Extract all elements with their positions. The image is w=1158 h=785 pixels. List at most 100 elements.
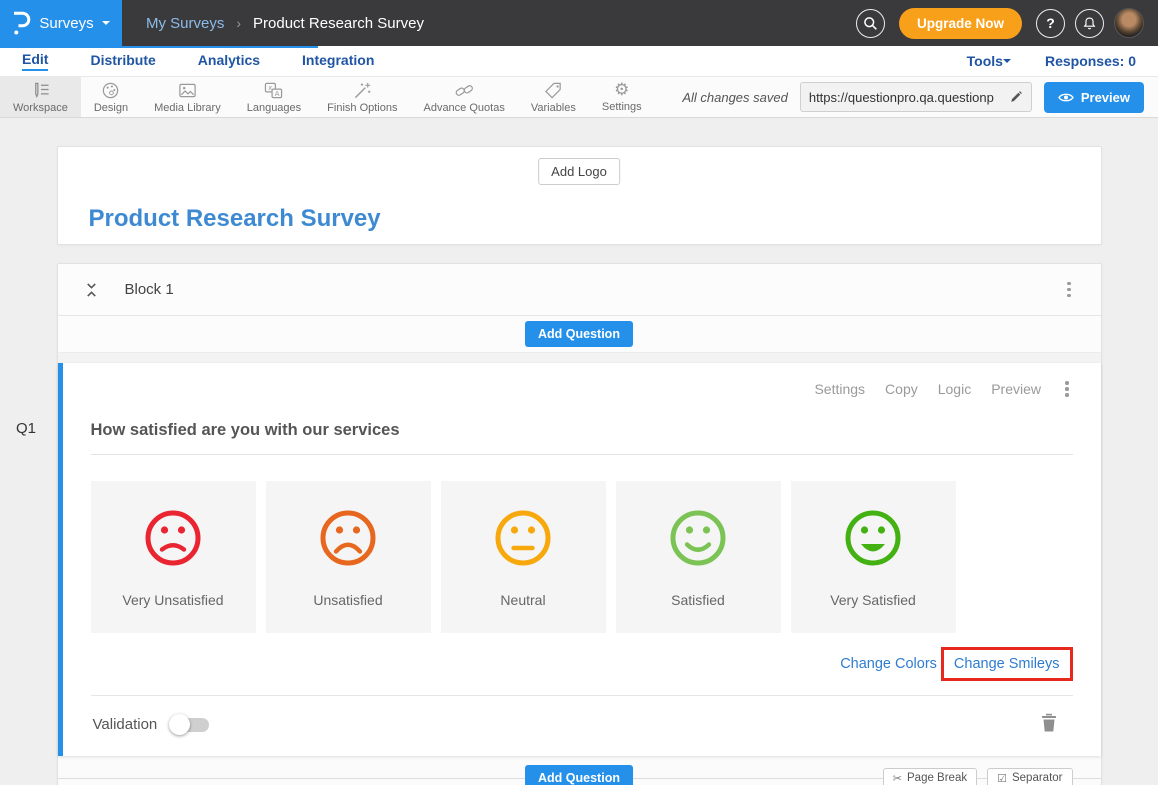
smiley-grin-icon	[841, 506, 905, 570]
checkbox-checked-icon: ☑	[997, 772, 1007, 785]
page-break-label: Page Break	[907, 772, 967, 784]
questionpro-logo-icon	[12, 10, 31, 36]
brand-label: Surveys	[39, 15, 93, 32]
block-title[interactable]: Block 1	[125, 281, 174, 298]
survey-url-box	[800, 82, 1032, 112]
save-status-text: All changes saved	[682, 90, 788, 105]
block-options-menu[interactable]	[1063, 278, 1075, 302]
chevron-down-icon	[102, 21, 110, 29]
add-question-button-bottom[interactable]: Add Question	[525, 765, 633, 785]
question-actions: Settings Copy Logic Preview	[91, 377, 1073, 401]
user-avatar[interactable]	[1114, 8, 1144, 38]
question-preview-link[interactable]: Preview	[991, 381, 1041, 397]
tab-analytics[interactable]: Analytics	[198, 52, 260, 70]
preview-label: Preview	[1081, 90, 1130, 105]
toolbar-label: Finish Options	[327, 102, 397, 114]
translate-icon: x A	[263, 81, 284, 100]
tools-label: Tools	[967, 53, 1003, 69]
toolbar-item-variables[interactable]: Variables	[518, 77, 589, 117]
preview-button[interactable]: Preview	[1044, 82, 1144, 113]
eye-icon	[1058, 92, 1074, 103]
toolbar-label: Design	[94, 102, 128, 114]
survey-title[interactable]: Product Research Survey	[89, 205, 381, 233]
toolbar-label: Media Library	[154, 102, 221, 114]
question-text[interactable]: How satisfied are you with our services	[91, 421, 1073, 440]
option-unsatisfied[interactable]: Unsatisfied	[266, 481, 431, 633]
toolbar-item-finish-options[interactable]: Finish Options	[314, 77, 410, 117]
question-divider	[91, 454, 1073, 455]
change-colors-link[interactable]: Change Colors	[840, 656, 937, 672]
smiley-options-row: Very Unsatisfied Unsatisfied	[91, 481, 1073, 633]
responses-count[interactable]: Responses: 0	[1045, 53, 1136, 69]
option-neutral[interactable]: Neutral	[441, 481, 606, 633]
toolbar-right: All changes saved Preview	[682, 77, 1144, 117]
header-actions: Upgrade Now ?	[856, 8, 1158, 39]
dot	[1067, 288, 1071, 292]
add-question-strip-bottom: Add Question ✂ Page Break ☑ Separator	[58, 756, 1101, 785]
footer-right-buttons: ✂ Page Break ☑ Separator	[883, 768, 1073, 785]
question-card: Settings Copy Logic Preview How satisfie…	[58, 363, 1101, 756]
survey-url-input[interactable]	[809, 90, 1009, 105]
change-smileys-link[interactable]: Change Smileys	[954, 656, 1060, 672]
dot	[1065, 387, 1069, 391]
question-number-label: Q1	[16, 420, 36, 437]
scissors-icon: ✂	[893, 772, 902, 785]
editor-toolbar: Workspace Design Media Library x A Langu…	[0, 76, 1158, 118]
page-break-button[interactable]: ✂ Page Break	[883, 768, 977, 785]
top-header: Surveys My Surveys › Product Research Su…	[0, 0, 1158, 46]
toolbar-label: Settings	[602, 101, 642, 113]
question-options-menu[interactable]	[1061, 377, 1073, 401]
question-copy-link[interactable]: Copy	[885, 381, 918, 397]
survey-nav-row: Edit Distribute Analytics Integration To…	[0, 46, 1158, 76]
smiley-frown-icon	[316, 506, 380, 570]
toolbar-label: Variables	[531, 102, 576, 114]
smiley-neutral-icon	[491, 506, 555, 570]
collapse-block-button[interactable]	[84, 280, 99, 300]
change-links-row: Change Colors Change Smileys	[91, 647, 1073, 681]
smiley-smile-icon	[666, 506, 730, 570]
toolbar-item-workspace[interactable]: Workspace	[0, 77, 81, 117]
option-very-satisfied[interactable]: Very Satisfied	[791, 481, 956, 633]
toolbar-item-design[interactable]: Design	[81, 77, 141, 117]
toolbar-item-settings[interactable]: ⚙ Settings	[589, 77, 655, 117]
edit-pencil-icon[interactable]	[1009, 90, 1023, 104]
option-satisfied[interactable]: Satisfied	[616, 481, 781, 633]
option-label: Unsatisfied	[313, 592, 382, 608]
survey-header-card: Add Logo Product Research Survey	[57, 146, 1102, 245]
option-very-unsatisfied[interactable]: Very Unsatisfied	[91, 481, 256, 633]
progress-line	[0, 46, 318, 48]
search-button[interactable]	[856, 9, 885, 38]
toolbar-item-languages[interactable]: x A Languages	[234, 77, 314, 117]
upgrade-now-button[interactable]: Upgrade Now	[899, 8, 1022, 39]
add-logo-button[interactable]: Add Logo	[538, 158, 620, 185]
notifications-button[interactable]	[1075, 9, 1104, 38]
add-question-button-top[interactable]: Add Question	[525, 321, 633, 347]
dot	[1065, 381, 1069, 385]
breadcrumb: My Surveys › Product Research Survey	[146, 15, 424, 32]
validation-toggle[interactable]	[171, 718, 209, 732]
validation-label: Validation	[93, 716, 158, 733]
tab-integration[interactable]: Integration	[302, 52, 374, 70]
brand-logo-button[interactable]: Surveys	[0, 0, 122, 46]
search-icon	[863, 16, 878, 31]
tab-distribute[interactable]: Distribute	[90, 52, 155, 70]
tab-edit[interactable]: Edit	[22, 51, 48, 71]
option-label: Satisfied	[671, 592, 725, 608]
question-settings-link[interactable]: Settings	[814, 381, 865, 397]
option-label: Neutral	[500, 592, 545, 608]
toolbar-item-advance-quotas[interactable]: Advance Quotas	[410, 77, 517, 117]
breadcrumb-my-surveys[interactable]: My Surveys	[146, 15, 224, 32]
editor-canvas: Add Logo Product Research Survey Block 1…	[57, 118, 1102, 785]
palette-icon	[100, 81, 121, 100]
separator-label: Separator	[1012, 772, 1063, 784]
help-button[interactable]: ?	[1036, 9, 1065, 38]
question-logic-link[interactable]: Logic	[938, 381, 971, 397]
delete-question-button[interactable]	[1041, 713, 1057, 737]
separator-button[interactable]: ☑ Separator	[987, 768, 1072, 785]
option-label: Very Satisfied	[830, 592, 916, 608]
toolbar-item-media-library[interactable]: Media Library	[141, 77, 234, 117]
smiley-frown-icon	[141, 506, 205, 570]
tools-menu[interactable]: Tools	[967, 53, 1011, 69]
tag-icon	[543, 81, 564, 100]
collapse-icon	[84, 280, 99, 300]
